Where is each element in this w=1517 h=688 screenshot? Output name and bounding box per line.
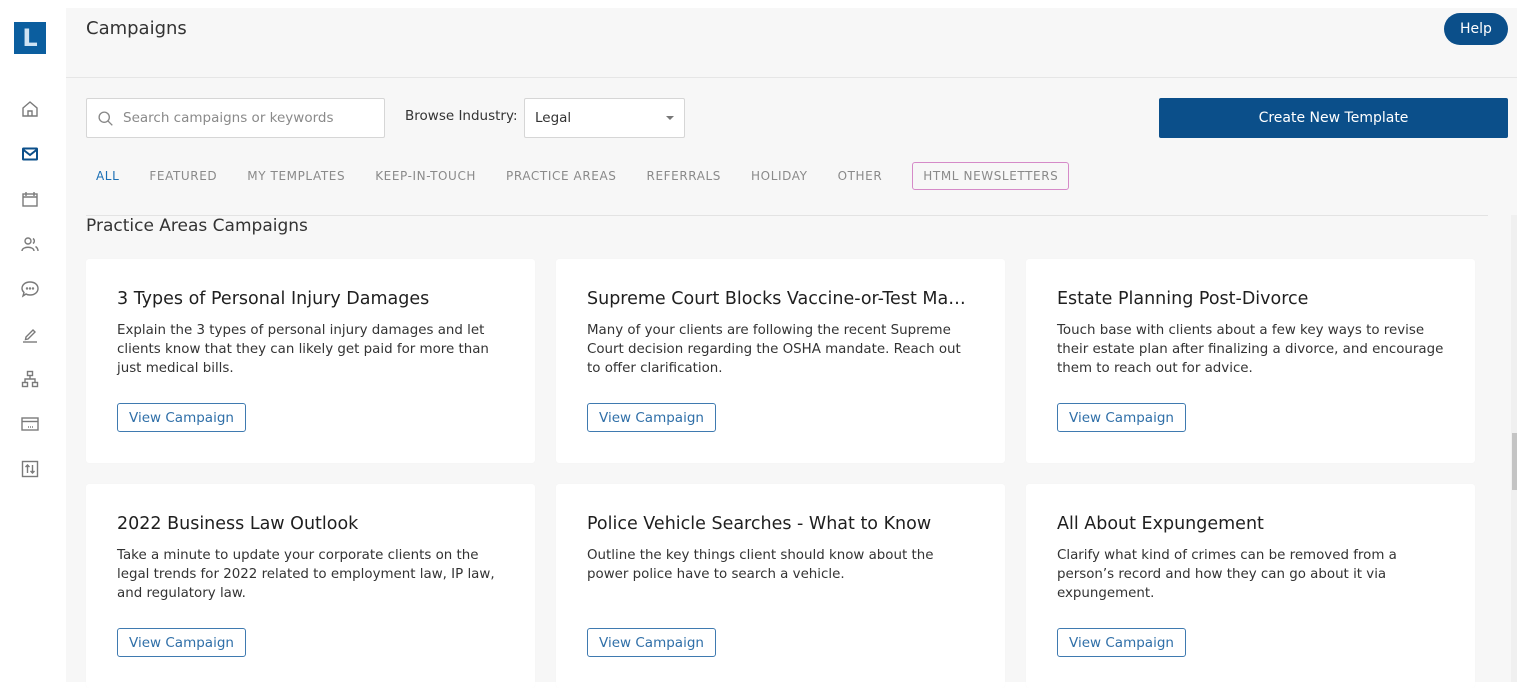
sidebar-item-referral-network[interactable] (18, 367, 42, 391)
tab-referrals[interactable]: REFERRALS (647, 163, 722, 189)
sitemap-icon (21, 370, 39, 388)
tab-html-newsletters[interactable]: HTML NEWSLETTERS (912, 162, 1070, 190)
section-title: Practice Areas Campaigns (86, 216, 308, 236)
sidebar: L (0, 0, 60, 682)
chevron-down-icon (666, 116, 674, 120)
main-content: Campaigns Help Browse Industry: Legal Cr… (66, 8, 1517, 688)
calendar-icon (22, 192, 38, 207)
sidebar-item-import-export[interactable] (18, 457, 42, 481)
view-campaign-button[interactable]: View Campaign (117, 628, 246, 657)
campaign-card: Estate Planning Post-Divorce Touch base … (1026, 259, 1475, 463)
search-icon (98, 110, 113, 126)
help-button[interactable]: Help (1444, 13, 1508, 45)
logo-letter: L (22, 24, 38, 52)
tab-practice-areas[interactable]: PRACTICE AREAS (506, 163, 616, 189)
tab-my-templates[interactable]: MY TEMPLATES (247, 163, 345, 189)
campaign-title: All About Expungement (1057, 514, 1264, 534)
campaign-description: Touch base with clients about a few key … (1057, 323, 1444, 376)
page-title: Campaigns (86, 18, 187, 39)
users-icon (21, 237, 39, 252)
create-new-template-button[interactable]: Create New Template (1159, 98, 1508, 138)
campaign-card: 3 Types of Personal Injury Damages Expla… (86, 259, 535, 463)
sidebar-item-home[interactable] (18, 97, 42, 121)
transfer-icon (21, 460, 39, 478)
browse-industry-label: Browse Industry: (405, 108, 518, 124)
home-icon (22, 101, 38, 117)
view-campaign-button[interactable]: View Campaign (1057, 628, 1186, 657)
campaign-title: Police Vehicle Searches - What to Know (587, 514, 932, 534)
campaign-description: Take a minute to update your corporate c… (117, 548, 495, 601)
view-campaign-button[interactable]: View Campaign (587, 628, 716, 657)
category-tabs: ALL FEATURED MY TEMPLATES KEEP-IN-TOUCH … (86, 162, 1099, 190)
tab-featured[interactable]: FEATURED (149, 163, 217, 189)
tab-all[interactable]: ALL (86, 163, 119, 189)
industry-select[interactable]: Legal (524, 98, 685, 138)
scrollbar-thumb[interactable] (1512, 433, 1517, 490)
sidebar-item-messages[interactable] (18, 277, 42, 301)
view-campaign-button[interactable]: View Campaign (587, 403, 716, 432)
credit-card-icon (21, 417, 39, 431)
view-campaign-button[interactable]: View Campaign (1057, 403, 1186, 432)
campaign-title: 3 Types of Personal Injury Damages (117, 289, 430, 309)
campaign-card: All About Expungement Clarify what kind … (1026, 484, 1475, 688)
search-input[interactable] (123, 110, 363, 126)
campaign-card: Police Vehicle Searches - What to Know O… (556, 484, 1005, 688)
search-field[interactable] (86, 98, 385, 138)
view-campaign-button[interactable]: View Campaign (117, 403, 246, 432)
chat-icon (21, 281, 39, 298)
campaign-description: Many of your clients are following the r… (587, 323, 961, 376)
campaign-title: 2022 Business Law Outlook (117, 514, 359, 534)
sidebar-item-contacts[interactable] (18, 232, 42, 256)
tab-other[interactable]: OTHER (838, 163, 883, 189)
campaign-card: 2022 Business Law Outlook Take a minute … (86, 484, 535, 688)
mail-icon (22, 147, 38, 161)
sidebar-item-campaigns[interactable] (18, 142, 42, 166)
pencil-icon (23, 329, 37, 343)
campaign-card: Supreme Court Blocks Vaccine-or-Test Man… (556, 259, 1005, 463)
sidebar-item-edit[interactable] (18, 322, 42, 346)
industry-selected-value: Legal (535, 110, 572, 126)
page-header: Campaigns Help (66, 8, 1517, 78)
campaign-title: Estate Planning Post-Divorce (1057, 289, 1309, 309)
campaign-description: Clarify what kind of crimes can be remov… (1057, 548, 1397, 601)
campaign-description: Outline the key things client should kno… (587, 548, 934, 582)
tab-holiday[interactable]: HOLIDAY (751, 163, 808, 189)
campaign-description: Explain the 3 types of personal injury d… (117, 323, 489, 376)
tab-keep-in-touch[interactable]: KEEP-IN-TOUCH (375, 163, 476, 189)
campaign-title: Supreme Court Blocks Vaccine-or-Test Man… (587, 289, 975, 309)
sidebar-item-billing[interactable] (18, 412, 42, 436)
app-logo[interactable]: L (14, 22, 46, 54)
sidebar-item-calendar[interactable] (18, 187, 42, 211)
